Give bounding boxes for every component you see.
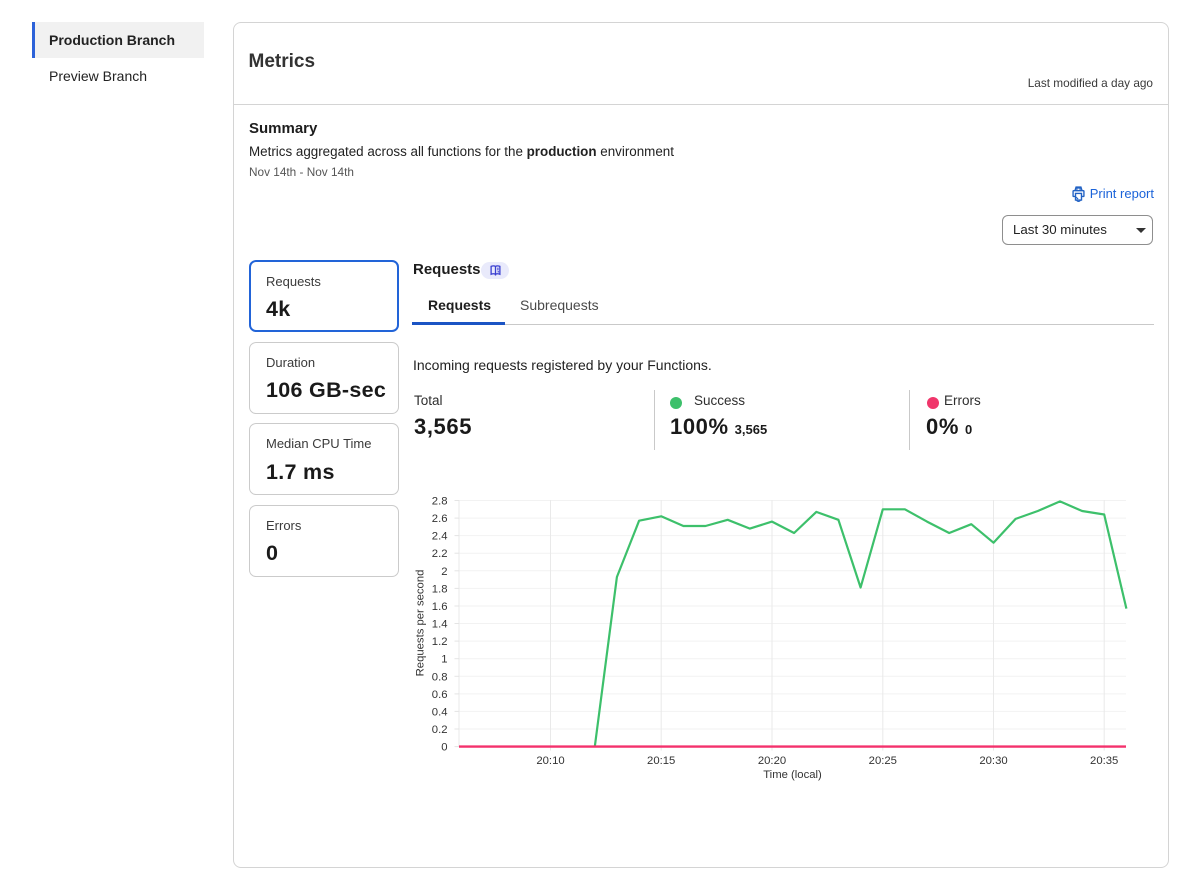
svg-text:20:25: 20:25 — [869, 755, 897, 767]
svg-text:2.2: 2.2 — [432, 548, 448, 560]
svg-text:Time (local): Time (local) — [763, 769, 822, 781]
svg-text:0.2: 0.2 — [432, 724, 448, 736]
svg-text:0.4: 0.4 — [432, 706, 448, 718]
svg-text:20:20: 20:20 — [758, 755, 786, 767]
svg-text:20:35: 20:35 — [1090, 755, 1118, 767]
svg-text:2: 2 — [441, 566, 447, 578]
svg-text:Requests per second: Requests per second — [415, 570, 427, 677]
svg-text:2.8: 2.8 — [432, 496, 448, 508]
svg-text:2.6: 2.6 — [432, 513, 448, 525]
svg-text:1.2: 1.2 — [432, 636, 448, 648]
svg-text:0.8: 0.8 — [432, 671, 448, 683]
svg-text:20:30: 20:30 — [979, 755, 1007, 767]
svg-text:0: 0 — [441, 742, 447, 754]
svg-text:1: 1 — [441, 654, 447, 666]
svg-text:20:10: 20:10 — [536, 755, 564, 767]
svg-text:20:15: 20:15 — [647, 755, 675, 767]
svg-text:1.4: 1.4 — [432, 619, 448, 631]
svg-text:1.6: 1.6 — [432, 601, 448, 613]
svg-text:1.8: 1.8 — [432, 583, 448, 595]
svg-text:0.6: 0.6 — [432, 689, 448, 701]
svg-text:2.4: 2.4 — [432, 531, 448, 543]
